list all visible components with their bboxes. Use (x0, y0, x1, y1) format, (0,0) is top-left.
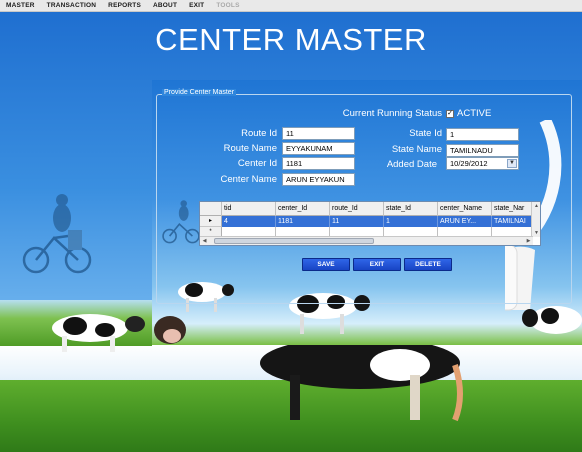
scroll-up-icon[interactable]: ▲ (532, 202, 540, 210)
added-date-label: Added Date (386, 159, 437, 170)
table-cell[interactable]: 11 (330, 216, 384, 227)
column-header[interactable]: state_Nar (492, 202, 533, 216)
cyclist-image (22, 194, 92, 274)
chevron-down-icon[interactable]: ▼ (507, 159, 517, 168)
menu-about[interactable]: ABOUT (153, 2, 177, 9)
route-name-field[interactable]: EYYAKUNAM (282, 142, 355, 155)
column-header[interactable]: center_Name (438, 202, 492, 216)
center-name-label: Center Name (220, 174, 278, 185)
state-name-field[interactable]: TAMILNADU (446, 144, 519, 157)
state-id-label: State Id (409, 128, 442, 139)
route-name-label: Route Name (223, 143, 277, 154)
scroll-down-icon[interactable]: ▼ (532, 229, 540, 237)
cow-image-right (522, 306, 582, 334)
table-cell[interactable]: 4 (222, 216, 276, 227)
scroll-right-icon[interactable]: ▶ (524, 237, 533, 245)
menu-master[interactable]: MASTER (6, 2, 35, 9)
grid-vertical-scrollbar[interactable]: ▲ ▼ (531, 202, 540, 237)
added-date-picker[interactable]: 10/29/2012 ▼ (446, 157, 519, 170)
menu-reports[interactable]: REPORTS (108, 2, 141, 9)
column-header[interactable]: route_Id (330, 202, 384, 216)
groupbox-title: Provide Center Master (162, 89, 237, 96)
cow-head-image (154, 316, 186, 344)
column-header[interactable]: tid (222, 202, 276, 216)
delete-button[interactable]: DELETE (404, 258, 452, 271)
menu-transaction[interactable]: TRANSACTION (47, 2, 97, 9)
center-master-groupbox (156, 94, 572, 304)
save-button[interactable]: SAVE (302, 258, 350, 271)
table-row[interactable]: ▸ 4 1181 11 1 ARUN EY... TAMILNAI (200, 216, 533, 227)
scroll-thumb[interactable] (214, 238, 374, 244)
state-name-label: State Name (391, 144, 442, 155)
cow-image-foreground (260, 345, 463, 422)
grid-horizontal-scrollbar[interactable]: ◀ ▶ (200, 236, 533, 245)
center-id-field[interactable]: 1181 (282, 157, 355, 170)
grid-corner (200, 202, 222, 216)
check-icon: ✓ (447, 110, 453, 117)
state-id-field[interactable]: 1 (446, 128, 519, 141)
cow-image-left (52, 314, 145, 352)
scroll-left-icon[interactable]: ◀ (200, 237, 209, 245)
column-header[interactable]: state_Id (384, 202, 438, 216)
table-cell[interactable]: 1 (384, 216, 438, 227)
route-id-label: Route Id (241, 128, 277, 139)
status-label: Current Running Status (342, 108, 442, 119)
status-checkbox[interactable]: ✓ (446, 110, 454, 118)
route-id-field[interactable]: 11 (282, 127, 355, 140)
center-id-label: Center Id (237, 158, 277, 169)
menu-bar: MASTER TRANSACTION REPORTS ABOUT EXIT TO… (0, 0, 582, 12)
page-title: CENTER MASTER (155, 22, 427, 57)
exit-button[interactable]: EXIT (353, 258, 401, 271)
status-value-label: ACTIVE (457, 108, 492, 119)
row-selector[interactable]: ▸ (200, 216, 222, 227)
table-cell[interactable]: 1181 (276, 216, 330, 227)
center-data-grid[interactable]: tid center_Id route_Id state_Id center_N… (199, 201, 541, 246)
grid-header: tid center_Id route_Id state_Id center_N… (200, 202, 540, 216)
menu-tools: TOOLS (216, 2, 240, 9)
column-header[interactable]: center_Id (276, 202, 330, 216)
table-cell[interactable]: ARUN EY... (438, 216, 492, 227)
menu-exit[interactable]: EXIT (189, 2, 204, 9)
table-cell[interactable]: TAMILNAI (492, 216, 533, 227)
added-date-value: 10/29/2012 (450, 159, 488, 168)
center-name-field[interactable]: ARUN EYYAKUN (282, 173, 355, 186)
